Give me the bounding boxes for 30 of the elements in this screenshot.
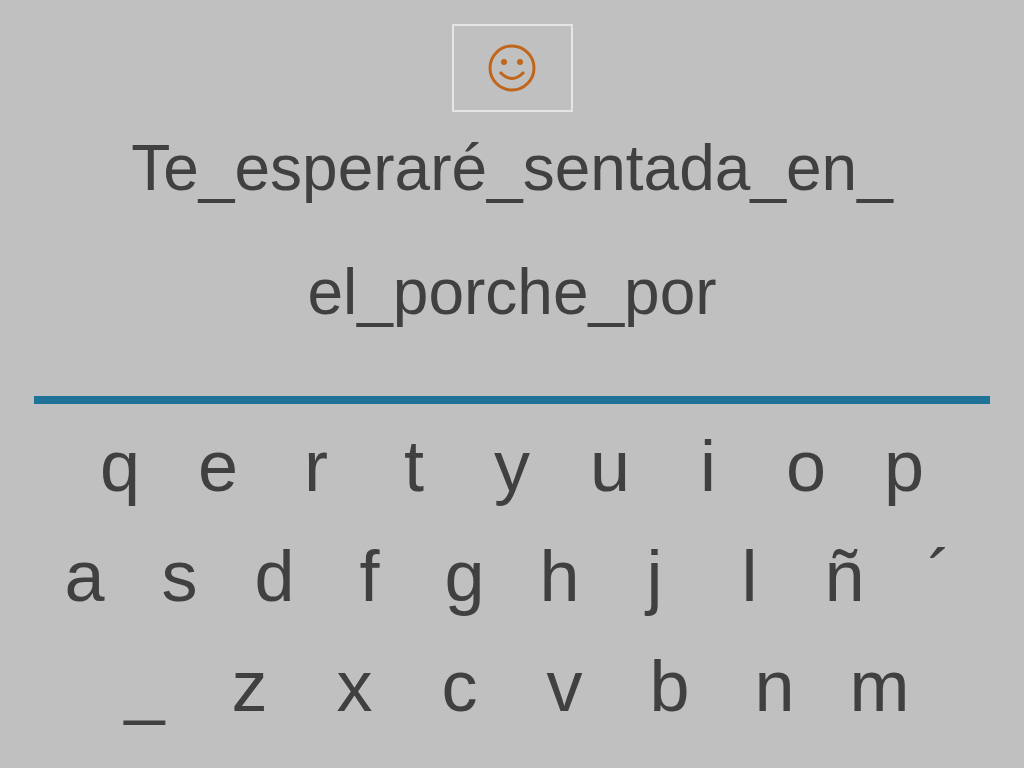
key-button[interactable]: f	[322, 528, 417, 624]
key-button[interactable]: g	[417, 528, 512, 624]
key-button[interactable]: u	[561, 418, 659, 514]
key-button[interactable]: h	[512, 528, 607, 624]
key-button[interactable]: v	[512, 638, 617, 734]
key-button[interactable]: o	[757, 418, 855, 514]
key-button[interactable]: _	[92, 638, 197, 734]
smiley-icon	[487, 43, 537, 93]
key-button[interactable]: b	[617, 638, 722, 734]
key-button[interactable]: x	[302, 638, 407, 734]
key-button[interactable]: p	[855, 418, 953, 514]
key-button[interactable]: z	[197, 638, 302, 734]
sentence-text: Te_esperaré_sentada_en_	[131, 131, 893, 206]
key-button[interactable]: c	[407, 638, 512, 734]
key-button[interactable]: n	[722, 638, 827, 734]
key-button[interactable]: t	[365, 418, 463, 514]
key-button[interactable]: a	[37, 528, 132, 624]
key-button[interactable]: i	[659, 418, 757, 514]
key-button[interactable]: y	[463, 418, 561, 514]
key-button[interactable]: r	[267, 418, 365, 514]
key-button[interactable]: d	[227, 528, 322, 624]
key-button[interactable]: j	[607, 528, 702, 624]
key-button[interactable]: q	[71, 418, 169, 514]
key-button[interactable]: l	[702, 528, 797, 624]
key-button[interactable]: ´	[892, 528, 987, 624]
key-button[interactable]: m	[827, 638, 932, 734]
key-button[interactable]: s	[132, 528, 227, 624]
key-button[interactable]: ñ	[797, 528, 892, 624]
key-button[interactable]: e	[169, 418, 267, 514]
sentence-text: el_porche_por	[307, 255, 717, 330]
